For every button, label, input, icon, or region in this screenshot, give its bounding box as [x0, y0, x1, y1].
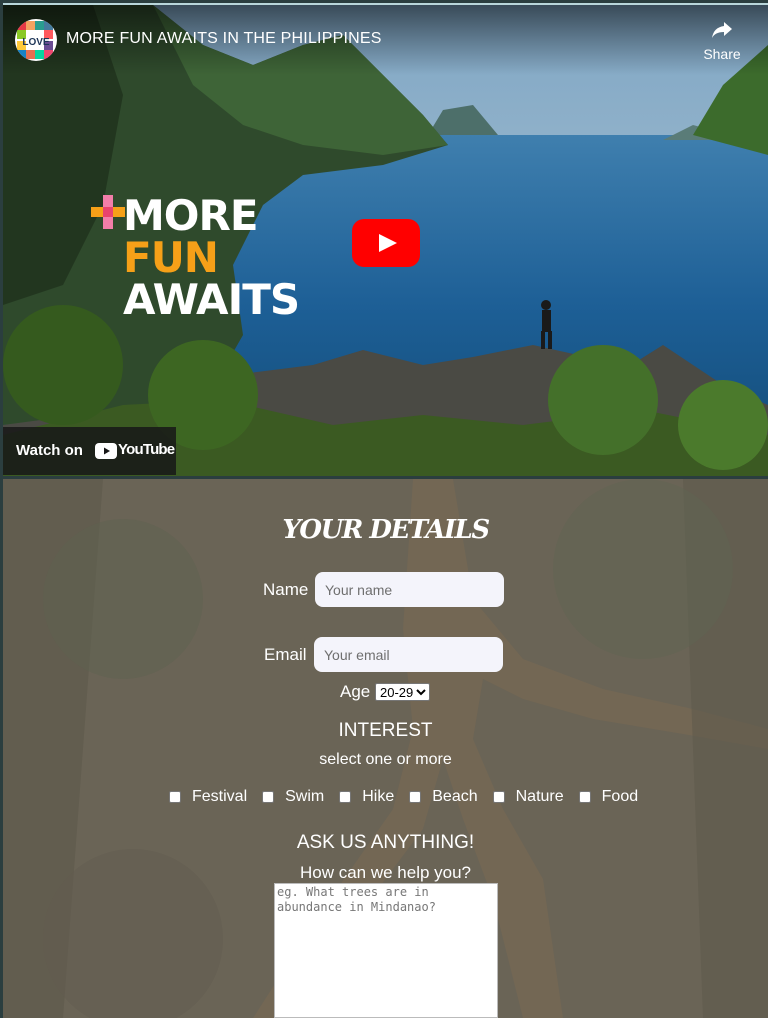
svg-text:LOVE: LOVE	[22, 37, 50, 48]
interest-option-swim[interactable]: Swim	[262, 788, 324, 806]
name-label: Name	[263, 580, 309, 599]
name-input[interactable]	[315, 572, 504, 607]
play-icon	[379, 234, 397, 252]
interest-subtitle: select one or more	[319, 751, 452, 768]
festival-label: Festival	[192, 788, 248, 805]
interest-option-hike[interactable]: Hike	[339, 788, 394, 806]
food-checkbox[interactable]	[578, 791, 591, 803]
question-textarea[interactable]	[274, 883, 498, 1018]
love-philippines-logo-icon: LOVE	[17, 21, 53, 59]
brand-line-fun: FUN	[123, 233, 219, 282]
beach-label: Beach	[432, 788, 478, 805]
watch-on-youtube-button[interactable]: Watch on YouTube	[3, 427, 176, 475]
beach-checkbox[interactable]	[409, 791, 422, 803]
video-title[interactable]: MORE FUN AWAITS IN THE PHILIPPINES	[66, 30, 382, 48]
email-label: Email	[264, 645, 307, 664]
food-label: Food	[601, 788, 639, 805]
hike-label: Hike	[362, 788, 395, 805]
swim-checkbox[interactable]	[262, 791, 275, 803]
share-arrow-icon	[712, 22, 732, 38]
nature-checkbox[interactable]	[492, 791, 505, 803]
swim-label: Swim	[285, 788, 325, 805]
share-label: Share	[703, 46, 741, 62]
help-prompt: How can we help you?	[299, 863, 472, 882]
interest-option-food[interactable]: Food	[578, 788, 639, 806]
age-select[interactable]: 20-29	[375, 683, 430, 701]
watch-on-label: Watch on	[16, 442, 83, 459]
hike-checkbox[interactable]	[339, 791, 352, 803]
channel-logo[interactable]: LOVE	[15, 19, 57, 61]
interest-option-festival[interactable]: Festival	[169, 788, 247, 806]
details-form-section: Your Details Name Email Age 20-29 INTERE…	[3, 479, 768, 1018]
age-label: Age	[340, 682, 371, 701]
brand-line-awaits: AWAITS	[123, 275, 300, 324]
brand-line-more: MORE	[123, 191, 259, 240]
nature-label: Nature	[515, 788, 564, 805]
interest-option-nature[interactable]: Nature	[492, 788, 564, 806]
share-button[interactable]: Share	[702, 21, 742, 62]
ask-title: ASK US ANYTHING!	[296, 832, 475, 853]
video-embed[interactable]: LOVE MORE FUN AWAITS IN THE PHILIPPINES …	[3, 3, 768, 476]
form-heading: Your Details	[282, 515, 490, 545]
interest-title: INTEREST	[338, 720, 433, 741]
plus-icon	[91, 195, 125, 229]
youtube-logo-icon	[95, 443, 117, 459]
details-form: Your Details Name Email Age 20-29 INTERE…	[3, 479, 768, 1018]
youtube-wordmark: YouTube	[118, 441, 175, 458]
interest-checkboxes: Festival Swim Hike Beach Nature Food	[169, 788, 653, 806]
festival-checkbox[interactable]	[169, 791, 181, 803]
more-fun-awaits-graphic: MORE FUN AWAITS	[91, 191, 300, 324]
interest-option-beach[interactable]: Beach	[409, 788, 478, 806]
email-input[interactable]	[314, 637, 503, 672]
play-button[interactable]	[352, 219, 420, 267]
